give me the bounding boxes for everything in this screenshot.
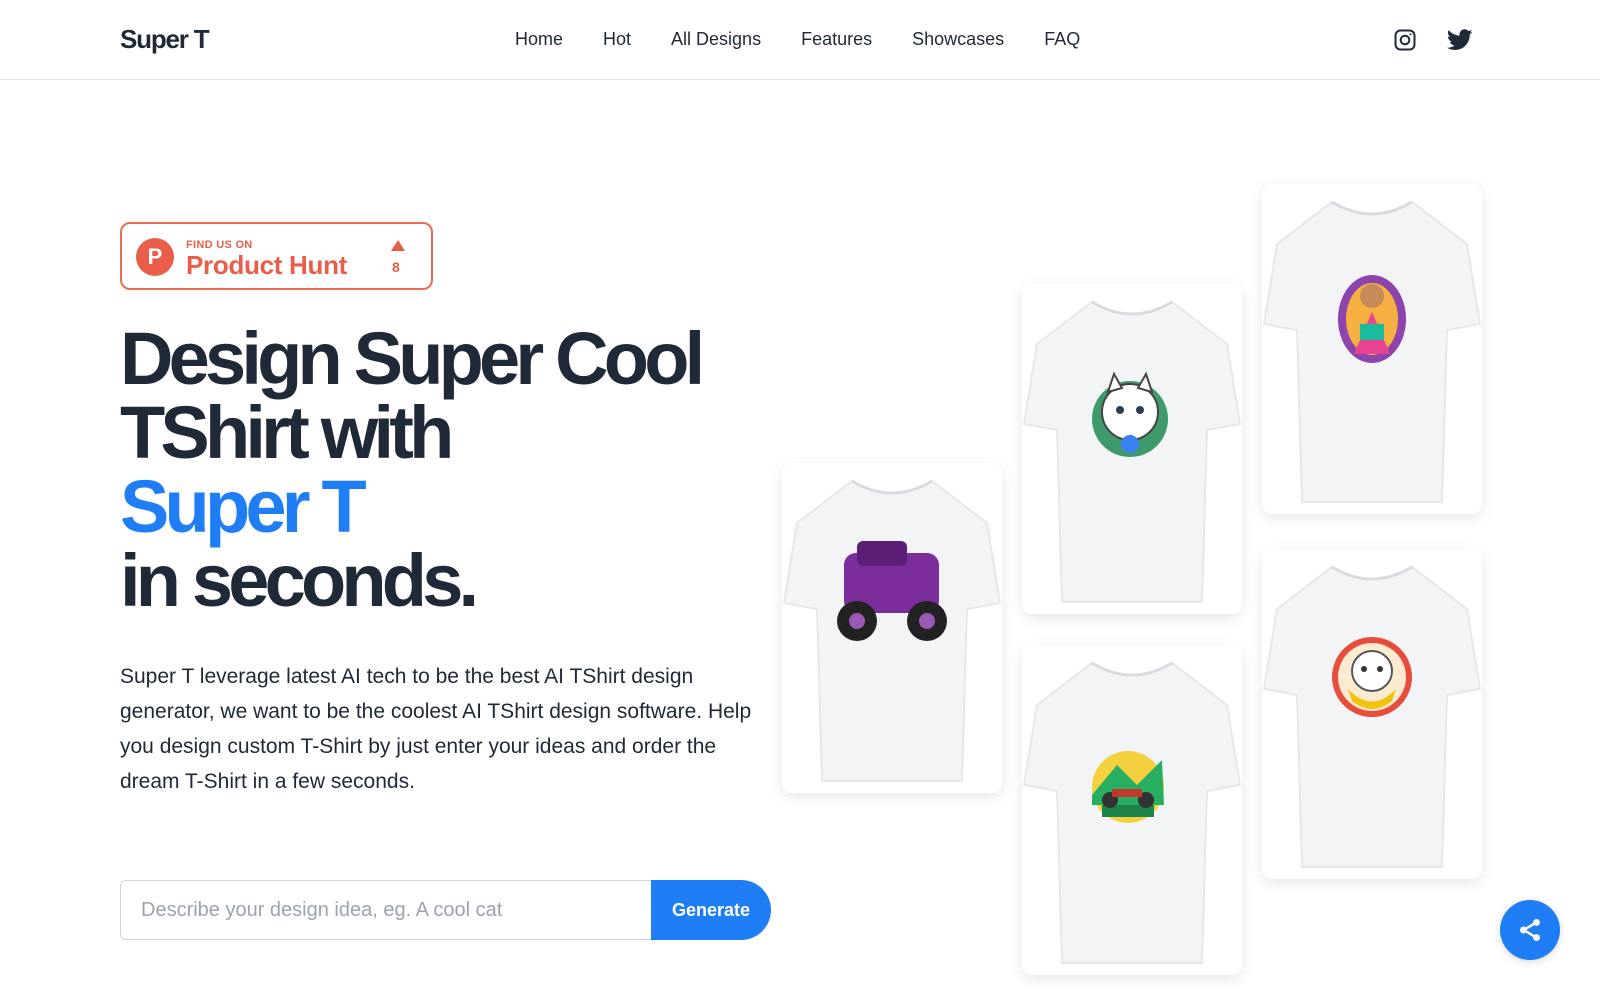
nav-home[interactable]: Home	[515, 29, 563, 50]
hero-title-line-4: in seconds.	[120, 539, 479, 622]
main-nav: Home Hot All Designs Features Showcases …	[515, 29, 1080, 50]
upvote-count: 8	[392, 259, 400, 275]
generate-button[interactable]: Generate	[651, 880, 771, 940]
hero-description: Super T leverage latest AI tech to be th…	[120, 665, 752, 793]
hero-title-line-1: Design Super Cool	[120, 317, 705, 400]
tshirt-image	[1022, 661, 1242, 964]
share-button[interactable]	[1500, 900, 1560, 960]
hero-title-accent: Super T	[120, 465, 367, 548]
tshirt-card-cat-teacup[interactable]	[1262, 549, 1482, 879]
nav-features[interactable]: Features	[801, 29, 872, 50]
nav-all-designs[interactable]: All Designs	[671, 29, 761, 50]
logo[interactable]: Super T	[120, 24, 210, 55]
upvote-arrow-icon	[391, 240, 405, 251]
nav-faq[interactable]: FAQ	[1044, 29, 1080, 50]
nav-hot[interactable]: Hot	[603, 29, 631, 50]
tshirt-image	[782, 479, 1002, 782]
nav-showcases[interactable]: Showcases	[912, 29, 1004, 50]
tshirt-image	[1022, 300, 1242, 603]
design-idea-input[interactable]	[120, 880, 652, 940]
product-hunt-logo-icon: P	[136, 238, 174, 276]
hero-title-line-2: TShirt with	[120, 391, 454, 474]
product-hunt-badge[interactable]: P FIND US ON Product Hunt 8	[120, 222, 433, 290]
badge-name: Product Hunt	[186, 250, 348, 280]
tshirt-image	[1262, 565, 1482, 868]
hero-title: Design Super Cool TShirt with Super T in…	[120, 317, 705, 622]
twitter-icon[interactable]	[1446, 26, 1474, 54]
tshirt-card-motorcycle[interactable]	[1022, 645, 1242, 975]
instagram-icon[interactable]	[1391, 26, 1419, 54]
tshirt-card-girl-dress[interactable]	[1262, 184, 1482, 514]
site-header: Super T Home Hot All Designs Features Sh…	[0, 0, 1600, 80]
tshirt-image	[1262, 200, 1482, 503]
tshirt-card-cat-flowers[interactable]	[1022, 284, 1242, 614]
tshirt-card-monster-truck[interactable]	[782, 463, 1002, 793]
share-icon	[1520, 918, 1540, 942]
